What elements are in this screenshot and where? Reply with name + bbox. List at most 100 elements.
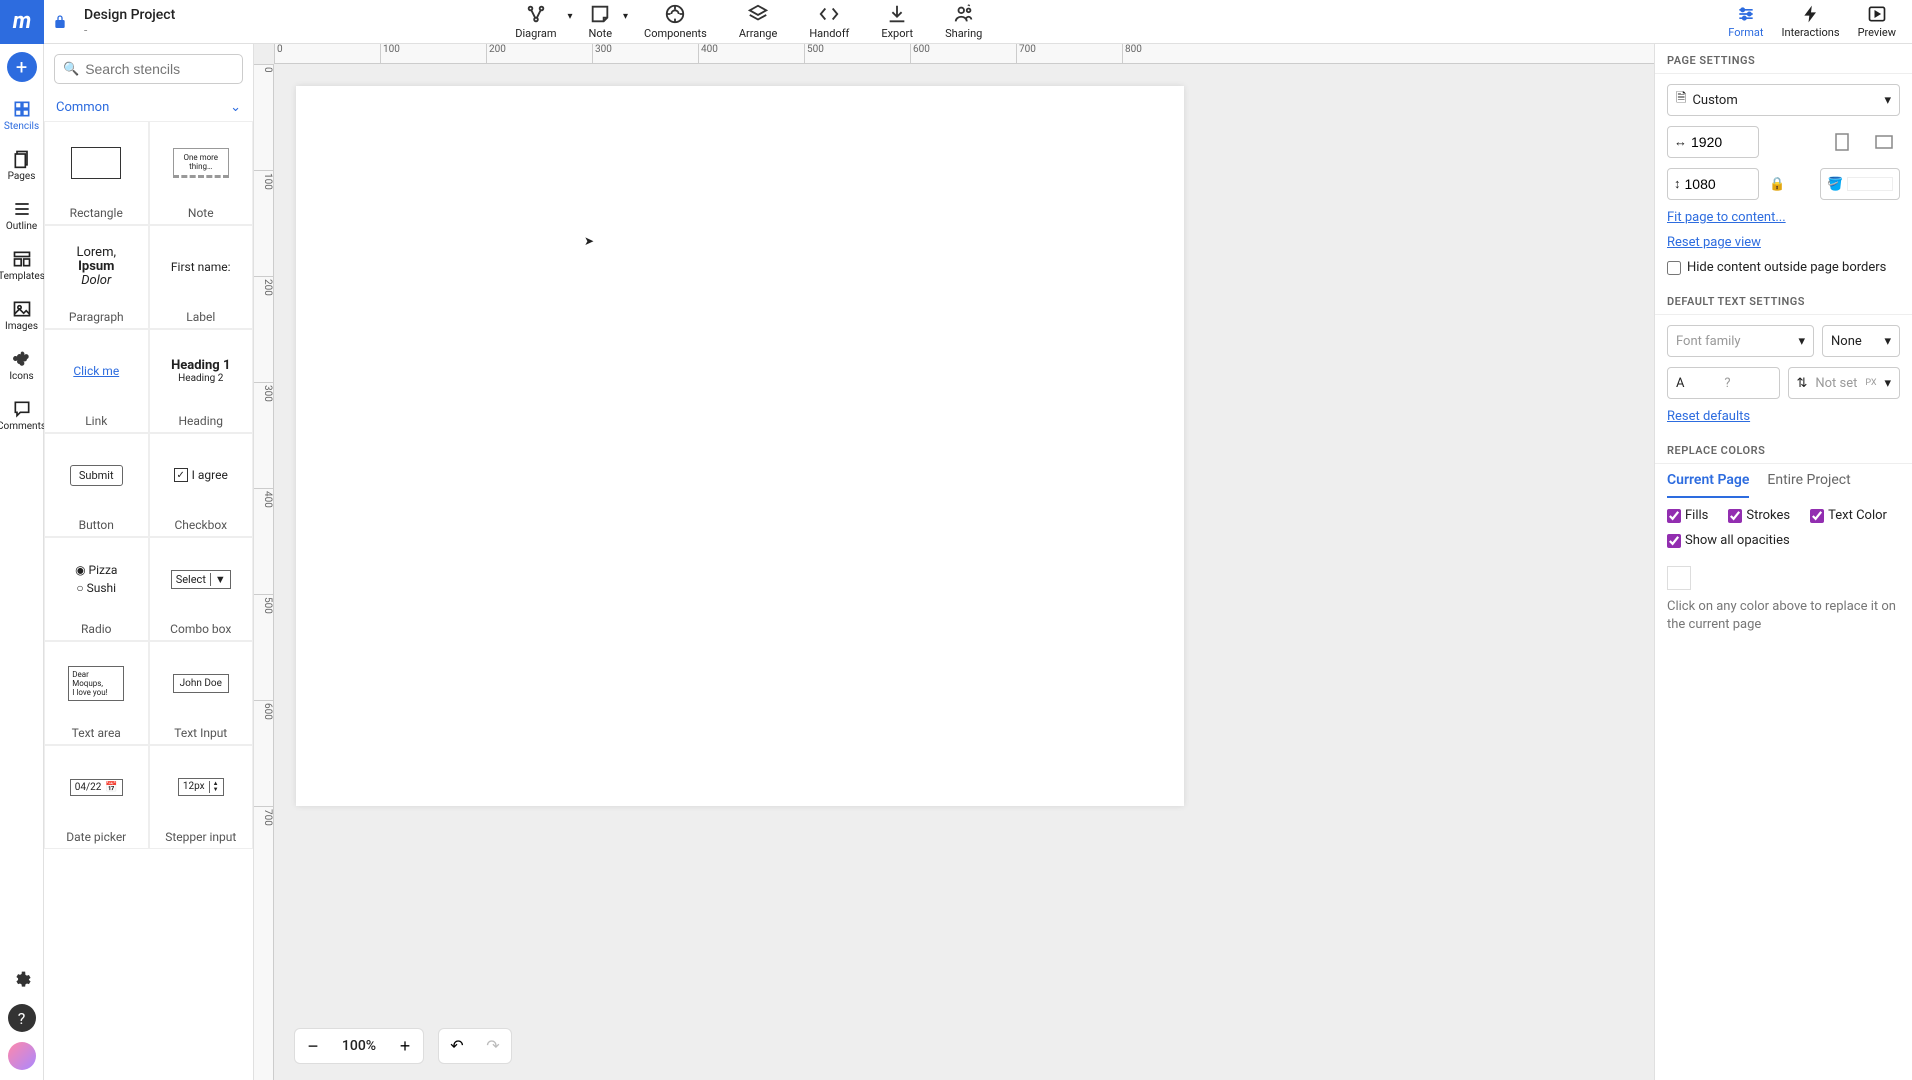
add-button[interactable]: + [7, 52, 37, 82]
arrange-button[interactable]: Arrange [739, 3, 777, 40]
text-settings-header: DEFAULT TEXT SETTINGS [1655, 285, 1912, 315]
diagram-button[interactable]: Diagram ▾ [515, 3, 556, 40]
templates-icon [12, 249, 32, 269]
stencil-stepper[interactable]: 12px▲▼Stepper input [149, 745, 254, 849]
rail-stencils[interactable]: Stencils [0, 90, 44, 140]
project-title[interactable]: Design Project [84, 7, 175, 23]
app-logo[interactable]: m [0, 0, 44, 44]
font-size-input[interactable]: A? [1667, 367, 1780, 399]
reset-view-link[interactable]: Reset page view [1667, 235, 1900, 250]
chk-fills[interactable]: Fills [1667, 508, 1708, 523]
interactions-icon [1801, 4, 1821, 24]
right-panel: PAGE SETTINGS 🗎Custom ▾ ↔ ↕ 🔒 🪣 Fit page… [1654, 44, 1912, 1080]
chevron-down-icon: ▾ [1884, 376, 1891, 391]
zoom-in-button[interactable]: + [387, 1028, 423, 1064]
search-input[interactable] [85, 61, 234, 77]
rail-pages[interactable]: Pages [0, 140, 44, 190]
tab-entire-project[interactable]: Entire Project [1767, 464, 1850, 498]
images-icon [12, 299, 32, 319]
landscape-button[interactable] [1868, 126, 1900, 158]
preview-tab[interactable]: Preview [1858, 4, 1896, 39]
handoff-button[interactable]: Handoff [809, 3, 849, 40]
interactions-tab-label: Interactions [1782, 26, 1840, 39]
stencil-note[interactable]: One more thing…Note [149, 121, 254, 225]
canvas-page[interactable] [296, 86, 1184, 806]
chevron-down-icon: ▾ [1798, 334, 1805, 349]
stencil-combobox[interactable]: Select▼Combo box [149, 537, 254, 641]
color-swatch[interactable] [1667, 566, 1691, 590]
replace-colors-header: REPLACE COLORS [1655, 434, 1912, 464]
format-tab[interactable]: Format [1728, 4, 1763, 39]
undo-button[interactable]: ↶ [439, 1028, 475, 1064]
chk-text-color[interactable]: Text Color [1810, 508, 1887, 523]
stencil-radio[interactable]: ◉ Pizza○ SushiRadio [44, 537, 149, 641]
rail-pages-label: Pages [8, 171, 36, 182]
rail-comments[interactable]: Comments [0, 390, 44, 440]
search-icon: 🔍 [63, 62, 79, 77]
user-avatar[interactable] [8, 1042, 36, 1070]
ruler-vertical: 0100200300400500600700 [254, 64, 274, 1080]
fit-page-link[interactable]: Fit page to content... [1667, 210, 1900, 225]
page-color-button[interactable]: 🪣 [1820, 168, 1900, 200]
sharing-icon [953, 3, 975, 25]
stencil-rectangle[interactable]: Rectangle [44, 121, 149, 225]
font-weight-select[interactable]: None▾ [1822, 325, 1900, 357]
diagram-label: Diagram [515, 27, 556, 40]
note-label: Note [588, 27, 612, 40]
reset-defaults-link[interactable]: Reset defaults [1667, 409, 1900, 424]
sharing-button[interactable]: Sharing [945, 3, 982, 40]
tab-current-page[interactable]: Current Page [1667, 464, 1749, 498]
rail-templates-label: Templates [0, 271, 45, 282]
rail-templates[interactable]: Templates [0, 240, 44, 290]
stencils-icon [12, 99, 32, 119]
height-icon: ↕ [1674, 176, 1681, 192]
chk-strokes[interactable]: Strokes [1728, 508, 1790, 523]
zoom-value[interactable]: 100% [331, 1038, 387, 1054]
canvas-area[interactable]: 0100200300400500600700800 01002003004005… [254, 44, 1654, 1080]
page-preset-select[interactable]: 🗎Custom ▾ [1667, 84, 1900, 116]
zoom-out-button[interactable]: − [295, 1028, 331, 1064]
chk-opacities[interactable]: Show all opacities [1667, 533, 1790, 548]
note-button[interactable]: Note ▾ [588, 3, 612, 40]
page-height-input[interactable]: ↕ [1667, 168, 1759, 200]
stencil-heading[interactable]: Heading 1Heading 2Heading [149, 329, 254, 433]
width-icon: ↔ [1674, 134, 1687, 150]
rail-comments-label: Comments [0, 421, 46, 432]
page-width-input[interactable]: ↔ [1667, 126, 1759, 158]
handoff-icon [818, 3, 840, 25]
link-dimensions-icon[interactable]: 🔒 [1769, 177, 1785, 192]
stencil-category[interactable]: Common ⌄ [44, 94, 253, 121]
stencil-textinput[interactable]: John DoeText Input [149, 641, 254, 745]
help-button[interactable]: ? [8, 1004, 36, 1032]
rail-outline[interactable]: Outline [0, 190, 44, 240]
redo-button[interactable]: ↷ [475, 1028, 511, 1064]
line-height-select[interactable]: ⇅Not setPX▾ [1788, 367, 1901, 399]
rail-images[interactable]: Images [0, 290, 44, 340]
search-box[interactable]: 🔍 [54, 54, 243, 84]
interactions-tab[interactable]: Interactions [1782, 4, 1840, 39]
replace-colors-hint: Click on any color above to replace it o… [1655, 598, 1912, 646]
components-button[interactable]: Components [644, 3, 707, 40]
preview-icon [1867, 4, 1887, 24]
left-rail: + Stencils Pages Outline Templates Image… [0, 44, 44, 1080]
note-icon [589, 3, 611, 25]
stencil-label[interactable]: First name:Label [149, 225, 254, 329]
stencil-textarea[interactable]: Dear Moqups,I love you!Text area [44, 641, 149, 745]
export-label: Export [881, 27, 913, 40]
stencil-link[interactable]: Click meLink [44, 329, 149, 433]
diagram-caret-icon[interactable]: ▾ [567, 11, 572, 22]
font-family-select[interactable]: Font family▾ [1667, 325, 1814, 357]
stencil-button[interactable]: SubmitButton [44, 433, 149, 537]
lock-icon[interactable] [44, 14, 76, 30]
settings-button[interactable] [8, 966, 36, 994]
stencil-checkbox[interactable]: ✓I agreeCheckbox [149, 433, 254, 537]
rail-icons[interactable]: Icons [0, 340, 44, 390]
export-button[interactable]: Export [881, 3, 913, 40]
hide-content-checkbox[interactable]: Hide content outside page borders [1667, 260, 1900, 275]
comments-icon [12, 399, 32, 419]
stencil-paragraph[interactable]: Lorem,IpsumDolorParagraph [44, 225, 149, 329]
stencil-datepicker[interactable]: 04/22📅Date picker [44, 745, 149, 849]
portrait-button[interactable] [1826, 126, 1858, 158]
note-caret-icon[interactable]: ▾ [623, 11, 628, 22]
preview-tab-label: Preview [1858, 26, 1896, 39]
